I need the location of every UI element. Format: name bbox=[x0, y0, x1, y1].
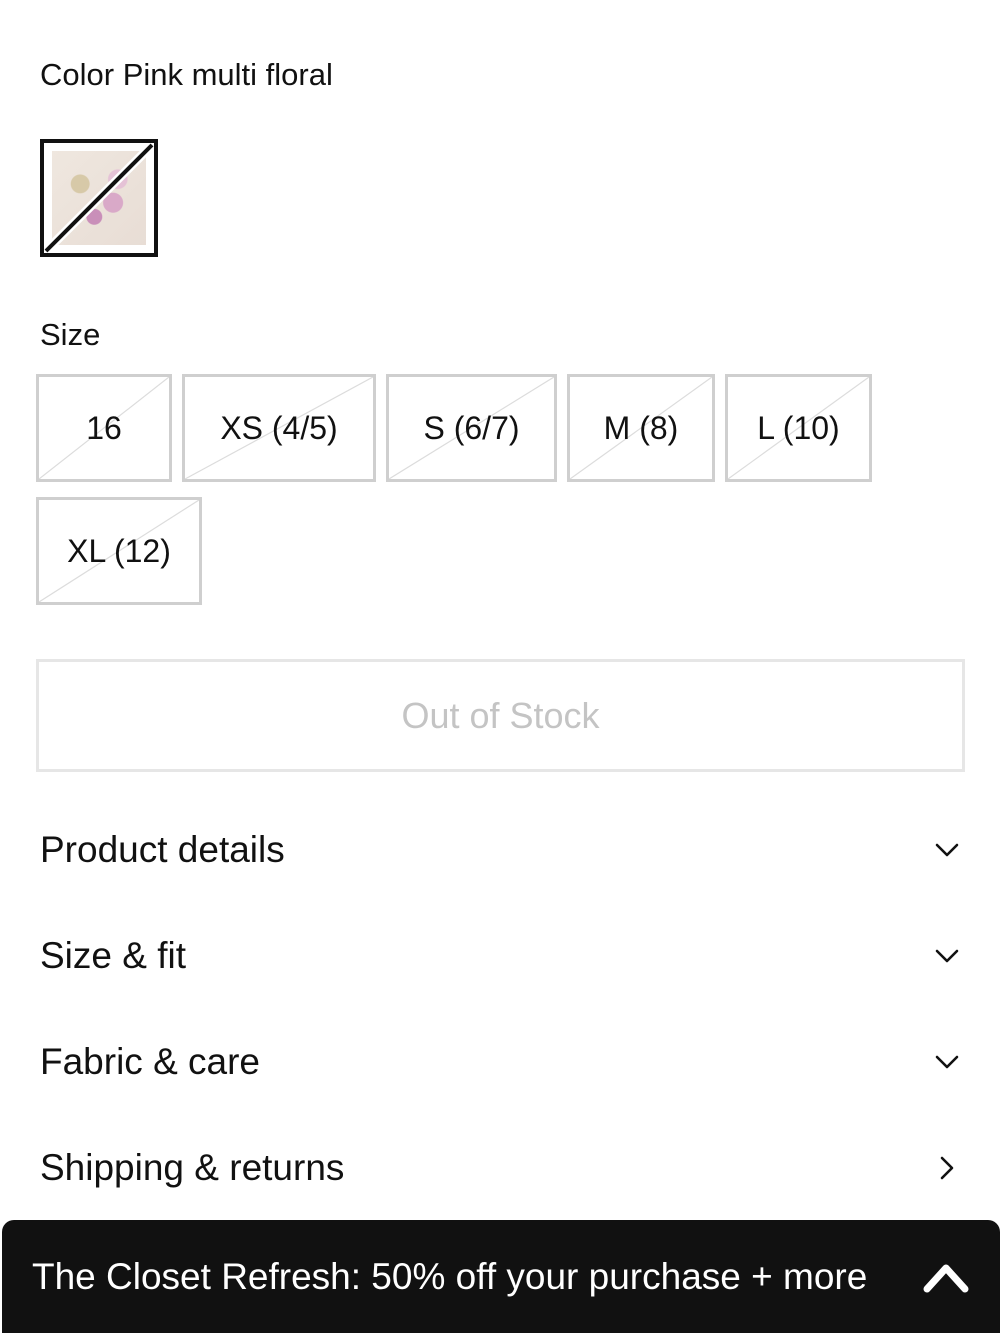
chevron-down-icon bbox=[935, 1055, 959, 1069]
size-option-xl[interactable]: XL (12) bbox=[36, 497, 202, 605]
accordion-product-details[interactable]: Product details bbox=[40, 820, 965, 880]
unavailable-slash-icon bbox=[44, 143, 154, 253]
size-option-label: 16 bbox=[86, 409, 122, 446]
accordion-label: Shipping & returns bbox=[40, 1147, 345, 1188]
product-options-panel: Color Pink multi floral Size 16 XS (4/5)… bbox=[0, 0, 1000, 1333]
accordion-shipping-returns[interactable]: Shipping & returns bbox=[40, 1138, 965, 1198]
size-option-label: S (6/7) bbox=[423, 409, 520, 446]
accordion-label: Product details bbox=[40, 829, 285, 870]
size-option-l[interactable]: L (10) bbox=[725, 374, 872, 482]
size-option-label: L (10) bbox=[757, 409, 840, 446]
chevron-down-icon bbox=[935, 843, 959, 857]
size-option-label: XS (4/5) bbox=[220, 409, 338, 446]
accordion-size-fit[interactable]: Size & fit bbox=[40, 926, 965, 986]
size-option-m[interactable]: M (8) bbox=[567, 374, 715, 482]
size-option-label: M (8) bbox=[603, 409, 679, 446]
accordion-label: Size & fit bbox=[40, 935, 186, 976]
color-swatch-pink-multi-floral[interactable] bbox=[40, 139, 158, 257]
color-label: Color Pink multi floral bbox=[40, 57, 333, 92]
out-of-stock-button[interactable]: Out of Stock bbox=[36, 659, 965, 772]
size-label: Size bbox=[40, 317, 101, 352]
chevron-right-icon bbox=[940, 1156, 954, 1180]
chevron-up-icon[interactable] bbox=[922, 1259, 970, 1295]
accordion-fabric-care[interactable]: Fabric & care bbox=[40, 1032, 965, 1092]
promo-banner[interactable]: The Closet Refresh: 50% off your purchas… bbox=[2, 1220, 1000, 1333]
size-option-16[interactable]: 16 bbox=[36, 374, 172, 482]
size-option-xs[interactable]: XS (4/5) bbox=[182, 374, 376, 482]
size-option-label: XL (12) bbox=[67, 532, 171, 569]
promo-text: The Closet Refresh: 50% off your purchas… bbox=[32, 1255, 868, 1297]
size-option-s[interactable]: S (6/7) bbox=[386, 374, 557, 482]
chevron-down-icon bbox=[935, 949, 959, 963]
accordion-label: Fabric & care bbox=[40, 1041, 261, 1082]
